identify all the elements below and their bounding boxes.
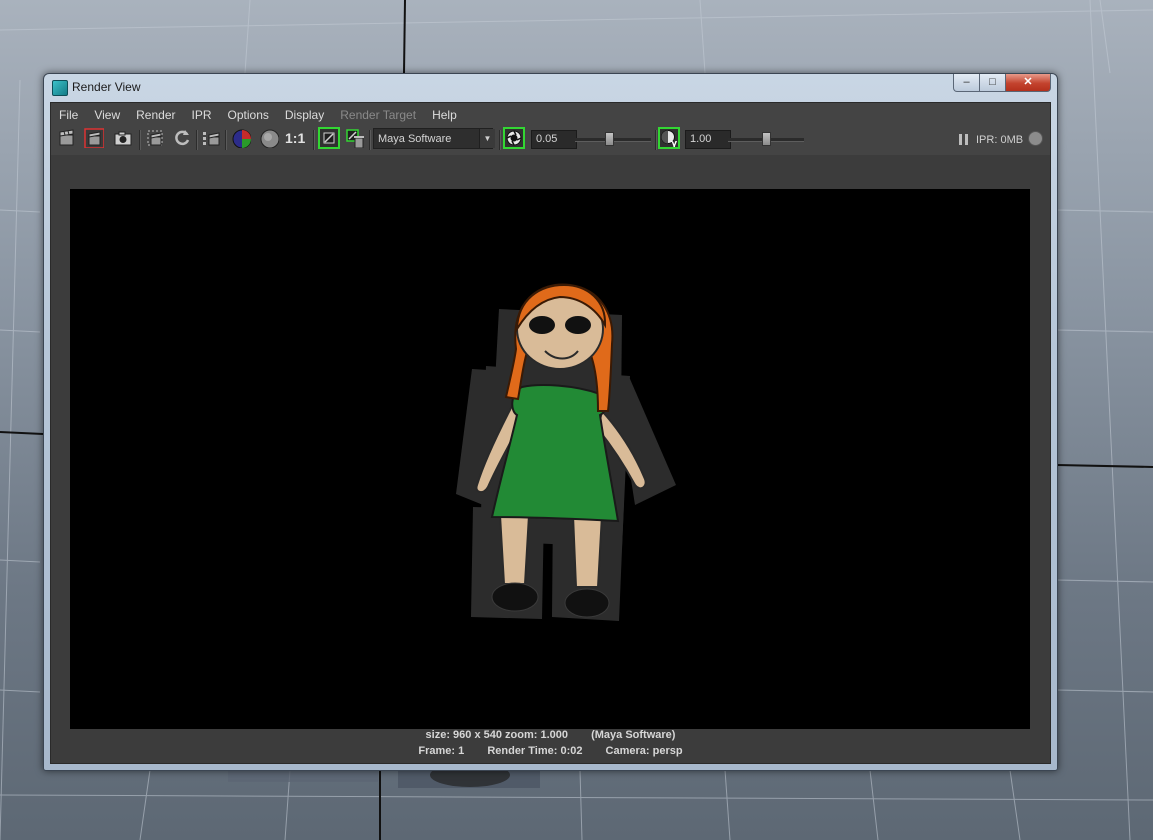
toolbar-separator xyxy=(139,130,141,150)
status-line-2: Frame: 1 Render Time: 0:02 Camera: persp xyxy=(51,745,1050,757)
gamma-field[interactable]: 1.00 xyxy=(685,130,731,149)
maximize-button[interactable]: □ xyxy=(980,74,1006,92)
minimize-button[interactable]: – xyxy=(953,74,980,92)
menu-view[interactable]: View xyxy=(86,105,128,125)
close-button[interactable]: ✕ xyxy=(1006,74,1051,92)
ipr-dot-icon[interactable] xyxy=(1028,131,1043,146)
exposure-field[interactable]: 0.05 xyxy=(531,130,577,149)
render-region-icon[interactable] xyxy=(145,128,165,148)
menu-display[interactable]: Display xyxy=(277,105,332,125)
pause-icon[interactable] xyxy=(959,134,969,145)
menu-render[interactable]: Render xyxy=(128,105,183,125)
real-size-ratio[interactable]: 1:1 xyxy=(285,130,305,146)
render-canvas[interactable] xyxy=(70,189,1030,729)
alpha-channel-icon[interactable] xyxy=(259,128,279,148)
toolbar-separator xyxy=(655,130,657,150)
menu-ipr[interactable]: IPR xyxy=(184,105,220,125)
renderer-dropdown[interactable]: Maya Software xyxy=(373,128,493,149)
window-controls: – □ ✕ xyxy=(953,74,1051,92)
render-frame-icon[interactable] xyxy=(57,128,77,148)
gamma-slider-handle[interactable] xyxy=(762,132,771,146)
rendered-character-image xyxy=(456,283,676,621)
render-view-window: Render View – □ ✕ File View Render IPR O… xyxy=(43,73,1058,771)
render-image-area[interactable]: size: 960 x 540 zoom: 1.000 (Maya Softwa… xyxy=(51,155,1050,763)
maya-app-icon xyxy=(52,80,68,96)
window-title: Render View xyxy=(72,80,141,94)
color-channels-icon[interactable] xyxy=(231,128,251,148)
menu-help[interactable]: Help xyxy=(424,105,465,125)
size-zoom-text: size: 960 x 540 zoom: 1.000 xyxy=(425,729,569,741)
remove-image-icon[interactable] xyxy=(345,128,365,148)
render-toolbar: 1:1 Maya Software ▼ 0.05 γ 1.00 IPR: 0MB xyxy=(51,125,1050,153)
exposure-slider-handle[interactable] xyxy=(605,132,615,146)
redo-render-icon[interactable] xyxy=(84,128,104,148)
refresh-icon[interactable] xyxy=(172,128,192,148)
toolbar-separator xyxy=(499,130,501,150)
frame-text: Frame: 1 xyxy=(418,745,465,757)
gamma-icon[interactable]: γ xyxy=(658,127,680,149)
ipr-memory-status: IPR: 0MB xyxy=(976,134,1024,146)
toolbar-separator xyxy=(225,130,227,150)
toolbar-separator xyxy=(313,130,315,150)
menu-bar: File View Render IPR Options Display Ren… xyxy=(51,105,465,125)
renderer-status-text: (Maya Software) xyxy=(591,729,676,741)
svg-text:γ: γ xyxy=(671,139,677,147)
menu-options[interactable]: Options xyxy=(220,105,277,125)
keep-image-icon[interactable] xyxy=(318,127,340,149)
menu-render-target: Render Target xyxy=(340,108,417,122)
menu-file[interactable]: File xyxy=(51,105,86,125)
camera-text: Camera: persp xyxy=(605,745,683,757)
render-view-client: File View Render IPR Options Display Ren… xyxy=(50,102,1051,764)
snapshot-icon[interactable] xyxy=(113,128,133,148)
chevron-down-icon[interactable]: ▼ xyxy=(479,129,495,148)
render-time-text: Render Time: 0:02 xyxy=(487,745,583,757)
toolbar-separator xyxy=(369,130,371,150)
render-sequence-icon[interactable] xyxy=(201,128,221,148)
title-bar[interactable]: Render View – □ ✕ xyxy=(44,74,1057,100)
exposure-icon[interactable] xyxy=(503,127,525,149)
toolbar-separator xyxy=(196,130,198,150)
status-line-1: size: 960 x 540 zoom: 1.000 (Maya Softwa… xyxy=(51,729,1050,741)
